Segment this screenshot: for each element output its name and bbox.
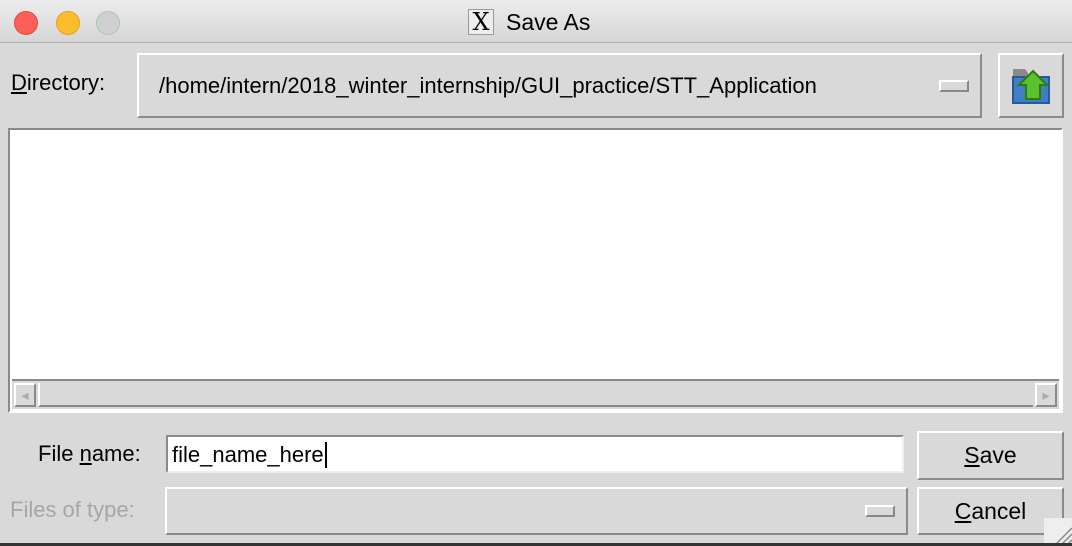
scroll-left-button[interactable]: ◂ xyxy=(14,383,36,407)
label-part: ype: xyxy=(93,497,135,522)
directory-path: /home/intern/2018_winter_internship/GUI_… xyxy=(159,73,817,98)
zoom-window-button[interactable] xyxy=(96,11,120,35)
label-part: ame: xyxy=(91,441,141,466)
x-window-icon: X xyxy=(468,9,494,35)
window-title-text: Save As xyxy=(506,8,591,35)
save-button[interactable]: Save xyxy=(917,431,1064,480)
minimize-window-button[interactable] xyxy=(56,11,80,35)
directory-label: Directory: xyxy=(11,70,105,96)
files-of-type-label: Files of type: xyxy=(10,497,135,523)
close-window-button[interactable] xyxy=(14,11,38,35)
mnemonic: D xyxy=(11,70,27,95)
resize-grip-icon[interactable] xyxy=(1044,518,1072,546)
window-title: X Save As xyxy=(468,8,590,36)
mnemonic: S xyxy=(964,442,980,468)
combo-indicator-icon xyxy=(865,505,895,517)
file-name-value: file_name_here xyxy=(172,442,327,468)
file-name-input[interactable]: file_name_here xyxy=(166,435,904,473)
scroll-right-button[interactable]: ▸ xyxy=(1035,383,1057,407)
directory-combobox[interactable]: /home/intern/2018_winter_internship/GUI_… xyxy=(137,53,982,118)
label-part: irectory: xyxy=(26,70,106,95)
file-list[interactable]: ◂ ▸ xyxy=(8,128,1063,413)
title-bar: X Save As xyxy=(0,0,1072,43)
mnemonic: n xyxy=(79,441,92,466)
label-part: ave xyxy=(979,442,1017,468)
label-part: ancel xyxy=(971,497,1027,524)
up-directory-button[interactable] xyxy=(998,53,1064,118)
scrollbar-track[interactable] xyxy=(38,383,1033,407)
label-part: File xyxy=(38,441,80,466)
combo-indicator-icon xyxy=(939,80,969,92)
folder-up-icon xyxy=(1012,69,1050,104)
file-name-label: File name: xyxy=(38,441,141,467)
files-of-type-combobox[interactable] xyxy=(165,487,908,535)
horizontal-scrollbar[interactable]: ◂ ▸ xyxy=(12,379,1059,409)
cancel-button[interactable]: Cancel xyxy=(917,487,1064,535)
mnemonic: C xyxy=(954,497,972,524)
label-part: Files of xyxy=(10,497,88,522)
